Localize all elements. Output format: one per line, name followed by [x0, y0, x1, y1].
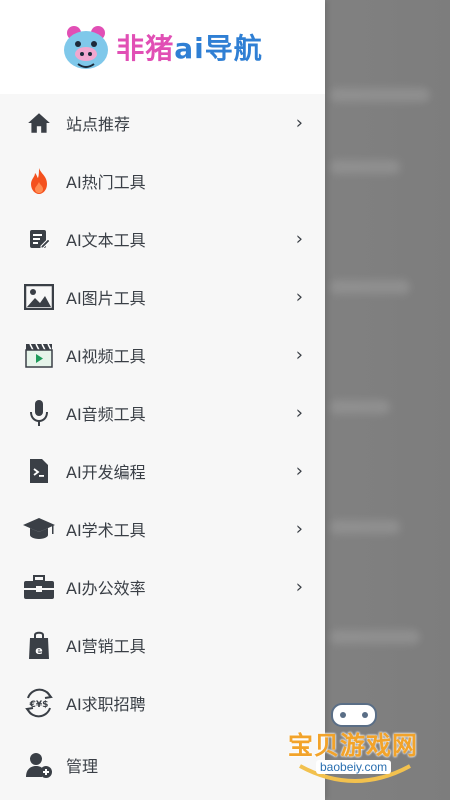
menu-item-label: AI图片工具: [66, 289, 146, 308]
blurred-content: [330, 630, 420, 644]
chevron-right-icon: ›: [295, 576, 303, 598]
menu-item-label: AI热门工具: [66, 173, 146, 192]
blurred-content: [330, 280, 410, 294]
video-clapper-icon: [22, 338, 56, 372]
chevron-right-icon: ›: [295, 518, 303, 540]
image-icon: [22, 280, 56, 314]
watermark-title: 宝贝游戏网: [288, 731, 419, 760]
edit-document-icon: [22, 222, 56, 256]
menu-item-audio-tools[interactable]: AI音频工具 ›: [0, 384, 325, 442]
briefcase-icon: [22, 570, 56, 604]
chevron-right-icon: ›: [295, 344, 303, 366]
menu-item-label: AI办公效率: [66, 579, 146, 598]
currency-exchange-icon: €¥$: [22, 686, 56, 720]
menu-item-label: AI音频工具: [66, 405, 146, 424]
menu-item-jobs-tools[interactable]: €¥$ AI求职招聘: [0, 674, 325, 732]
menu-item-dev-tools[interactable]: AI开发编程 ›: [0, 442, 325, 500]
shopping-bag-icon: e: [22, 628, 56, 662]
brand-logo[interactable]: 非猪ai导航: [62, 24, 263, 70]
chevron-right-icon: ›: [295, 112, 303, 134]
menu-item-marketing-tools[interactable]: e AI营销工具: [0, 616, 325, 674]
svg-text:e: e: [35, 644, 42, 657]
menu-item-label: AI视频工具: [66, 347, 146, 366]
menu-item-label: 管理: [66, 757, 99, 776]
logo-text-part1: 非猪: [116, 32, 175, 65]
menu-item-academic-tools[interactable]: AI学术工具 ›: [0, 500, 325, 558]
menu-item-hot-tools[interactable]: AI热门工具: [0, 152, 325, 210]
menu-item-label: AI学术工具: [66, 521, 146, 540]
menu-item-label: 站点推荐: [66, 115, 131, 134]
menu-item-video-tools[interactable]: AI视频工具 ›: [0, 326, 325, 384]
pig-mascot-icon: [64, 26, 109, 69]
menu-item-manage[interactable]: 管理: [0, 736, 325, 794]
chevron-right-icon: ›: [295, 286, 303, 308]
logo-text-part3: 导航: [204, 32, 263, 65]
menu-list: 站点推荐 › AI热门工具 AI文本工具 › AI图片工具 › AI视频工具 ›…: [0, 94, 325, 794]
logo-text-part2: ai: [174, 32, 205, 65]
drawer-header: 非猪ai导航: [0, 0, 325, 94]
menu-item-label: AI求职招聘: [66, 695, 146, 714]
navigation-drawer: 非猪ai导航 站点推荐 › AI热门工具 AI文本工具 › AI图片工具 › A…: [0, 0, 325, 800]
menu-item-site-recommend[interactable]: 站点推荐 ›: [0, 94, 325, 152]
chevron-right-icon: ›: [295, 402, 303, 424]
blurred-content: [330, 520, 400, 534]
blurred-content: [330, 400, 390, 414]
menu-item-text-tools[interactable]: AI文本工具 ›: [0, 210, 325, 268]
blurred-content: [330, 160, 400, 174]
menu-item-office-tools[interactable]: AI办公效率 ›: [0, 558, 325, 616]
menu-item-label: AI文本工具: [66, 231, 146, 250]
chevron-right-icon: ›: [295, 460, 303, 482]
home-icon: [22, 106, 56, 140]
chevron-right-icon: ›: [295, 228, 303, 250]
menu-item-label: AI开发编程: [66, 463, 146, 482]
watermark: 宝贝游戏网 baobeiy.com: [280, 696, 430, 786]
blurred-content: [330, 88, 430, 102]
code-file-icon: [22, 454, 56, 488]
microphone-icon: [22, 396, 56, 430]
watermark-url: baobeiy.com: [316, 760, 392, 774]
menu-item-image-tools[interactable]: AI图片工具 ›: [0, 268, 325, 326]
svg-text:€¥$: €¥$: [29, 700, 49, 710]
menu-item-label: AI营销工具: [66, 637, 146, 656]
graduation-cap-icon: [22, 512, 56, 546]
fire-icon: [22, 164, 56, 198]
user-add-icon: [22, 748, 56, 782]
